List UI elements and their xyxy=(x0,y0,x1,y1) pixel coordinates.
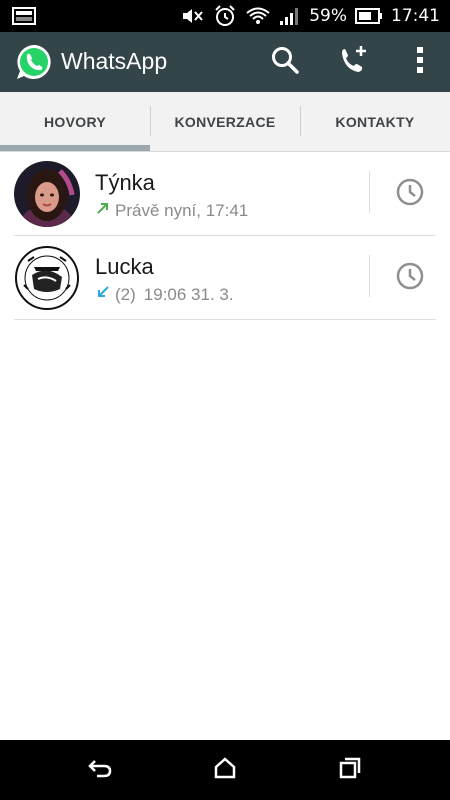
outgoing-arrow-icon xyxy=(95,200,111,221)
mute-icon xyxy=(181,6,205,26)
call-time: 19:06 31. 3. xyxy=(143,284,234,304)
search-icon xyxy=(270,45,300,80)
app-title: WhatsApp xyxy=(61,48,168,74)
app-bar: WhatsApp xyxy=(0,32,450,92)
call-details: (2) 19:06 31. 3. xyxy=(95,284,234,305)
overflow-menu-icon xyxy=(415,45,425,80)
contact-name: Týnka xyxy=(95,170,155,195)
avatar[interactable] xyxy=(14,245,80,311)
tab-bar: HOVORY KONVERZACE KONTAKTY xyxy=(0,92,450,152)
tab-kontakty[interactable]: KONTAKTY xyxy=(300,92,450,152)
whatsapp-logo-icon xyxy=(15,43,53,81)
row-separator xyxy=(369,255,370,297)
tab-selected-indicator xyxy=(0,145,150,151)
call-info-button[interactable] xyxy=(390,258,430,298)
row-separator xyxy=(369,171,370,213)
search-button[interactable] xyxy=(265,42,305,82)
avatar[interactable] xyxy=(14,161,80,227)
back-icon xyxy=(87,757,113,784)
tab-hovory[interactable]: HOVORY xyxy=(0,92,150,152)
tab-konverzace[interactable]: KONVERZACE xyxy=(150,92,300,152)
back-button[interactable] xyxy=(80,754,120,786)
new-call-icon xyxy=(336,43,370,82)
clock-icon xyxy=(395,261,425,296)
navigation-bar xyxy=(0,740,450,800)
new-call-button[interactable] xyxy=(333,42,373,82)
home-icon xyxy=(213,756,237,784)
contact-name: Lucka xyxy=(95,254,154,279)
call-list-item[interactable]: Lucka (2) 19:06 31. 3. xyxy=(0,236,450,320)
recent-apps-button[interactable] xyxy=(330,754,370,786)
incoming-arrow-icon xyxy=(95,284,111,305)
status-time: 17:41 xyxy=(391,6,440,26)
status-bar: 59% 17:41 xyxy=(0,0,450,32)
home-button[interactable] xyxy=(205,754,245,786)
row-divider xyxy=(14,319,436,320)
overflow-menu-button[interactable] xyxy=(400,42,440,82)
screenshot-icon xyxy=(12,7,36,25)
clock-icon xyxy=(395,177,425,212)
wifi-icon xyxy=(245,6,271,26)
call-details: Právě nyní, 17:41 xyxy=(95,200,248,221)
signal-icon xyxy=(279,6,301,26)
call-info-button[interactable] xyxy=(390,174,430,214)
alarm-icon xyxy=(213,4,237,28)
call-list-item[interactable]: Týnka Právě nyní, 17:41 xyxy=(0,152,450,236)
battery-percent: 59% xyxy=(309,6,347,26)
call-count: (2) xyxy=(115,284,136,304)
battery-icon xyxy=(355,8,383,24)
recent-apps-icon xyxy=(338,757,362,784)
call-time: Právě nyní, 17:41 xyxy=(115,200,249,220)
